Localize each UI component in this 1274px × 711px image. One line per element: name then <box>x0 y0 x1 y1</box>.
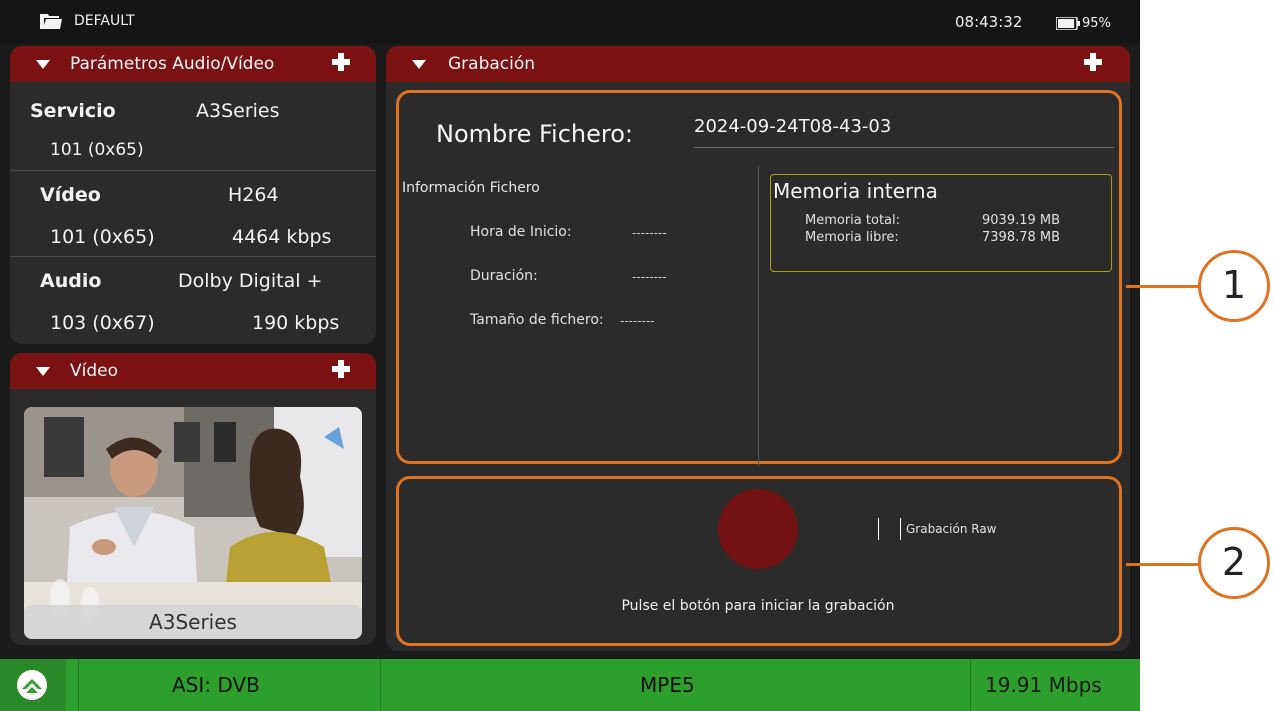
divider <box>10 170 376 171</box>
duration-value: -------- <box>632 270 667 284</box>
bitrate: 19.91 Mbps <box>985 673 1102 697</box>
service-pid: 101 (0x65) <box>50 140 144 160</box>
memory-free-label: Memoria libre: <box>805 230 899 245</box>
audio-pid: 103 (0x67) <box>50 312 155 334</box>
bottom-status-bar: ASI: DVB MPE5 19.91 Mbps <box>0 659 1140 711</box>
callout-line-2 <box>1126 563 1200 566</box>
collapse-triangle-icon[interactable] <box>36 60 50 69</box>
recording-panel: Grabación Nombre Fichero: 2024-09-24T08-… <box>386 46 1130 651</box>
filename-underline <box>694 147 1114 148</box>
video-caption: A3Series <box>149 610 237 634</box>
folder-icon[interactable] <box>40 13 62 30</box>
device-screen: DEFAULT 08:43:32 95% Parámetros Audio/Ví… <box>0 0 1140 711</box>
program-name[interactable]: MPE5 <box>640 673 695 697</box>
collapse-triangle-icon[interactable] <box>412 60 426 69</box>
video-title: Vídeo <box>70 361 119 381</box>
add-plus-icon[interactable] <box>332 360 350 378</box>
service-label: Servicio <box>30 100 116 122</box>
file-size-label: Tamaño de fichero: <box>470 312 604 328</box>
home-logo-icon[interactable] <box>16 669 48 701</box>
video-bitrate: 4464 kbps <box>232 226 332 248</box>
callout-circle-2: 2 <box>1198 527 1270 599</box>
collapse-triangle-icon[interactable] <box>36 367 50 376</box>
av-params-panel: Parámetros Audio/Vídeo Servicio A3Series… <box>10 46 376 344</box>
battery-icon <box>1056 17 1080 30</box>
start-time-value: -------- <box>632 226 667 240</box>
start-time-label: Hora de Inicio: <box>470 224 572 240</box>
callout-number-2: 2 <box>1221 540 1247 584</box>
service-value: A3Series <box>196 100 280 122</box>
clock: 08:43:32 <box>955 13 1023 31</box>
raw-recording-label: Grabación Raw <box>906 522 997 536</box>
filename-label: Nombre Fichero: <box>436 120 633 148</box>
divider <box>380 659 381 711</box>
filename-input[interactable]: 2024-09-24T08-43-03 <box>694 116 891 137</box>
battery-percent: 95% <box>1082 16 1111 31</box>
memory-free-value: 7398.78 MB <box>982 230 1061 245</box>
raw-recording-checkbox[interactable] <box>878 518 902 540</box>
av-params-title: Parámetros Audio/Vídeo <box>70 54 275 74</box>
video-label: Vídeo <box>40 184 101 206</box>
audio-label: Audio <box>40 270 102 292</box>
record-button[interactable] <box>718 489 798 569</box>
audio-codec: Dolby Digital + <box>178 270 323 292</box>
file-size-value: -------- <box>620 314 655 328</box>
file-info-title: Información Fichero <box>402 180 540 196</box>
memory-total-label: Memoria total: <box>805 213 900 228</box>
internal-memory-box: Memoria interna Memoria total: 9039.19 M… <box>770 174 1112 272</box>
audio-bitrate: 190 kbps <box>252 312 340 334</box>
divider <box>78 659 79 711</box>
video-codec: H264 <box>228 184 279 206</box>
callout-circle-1: 1 <box>1198 250 1270 322</box>
status-bar: DEFAULT 08:43:32 95% <box>0 0 1140 44</box>
vertical-divider <box>758 166 759 466</box>
memory-title: Memoria interna <box>773 179 938 203</box>
profile-name: DEFAULT <box>74 13 135 29</box>
video-caption-overlay: A3Series <box>24 605 362 639</box>
recording-title: Grabación <box>448 54 536 74</box>
duration-label: Duración: <box>470 268 538 284</box>
add-plus-icon[interactable] <box>1084 53 1102 71</box>
home-button[interactable] <box>0 659 66 711</box>
video-header[interactable]: Vídeo <box>10 353 376 389</box>
recording-hint: Pulse el botón para iniciar la grabación <box>621 598 895 614</box>
av-params-header[interactable]: Parámetros Audio/Vídeo <box>10 46 376 82</box>
recording-header[interactable]: Grabación <box>386 46 1130 82</box>
divider <box>10 256 376 257</box>
add-plus-icon[interactable] <box>332 53 350 71</box>
callout-line-1 <box>1126 285 1200 288</box>
memory-total-value: 9039.19 MB <box>982 213 1061 228</box>
input-type[interactable]: ASI: DVB <box>172 673 260 697</box>
video-pid: 101 (0x65) <box>50 226 155 248</box>
video-panel: Vídeo A3Series <box>10 353 376 645</box>
callout-number-1: 1 <box>1221 263 1247 307</box>
divider <box>970 659 971 711</box>
